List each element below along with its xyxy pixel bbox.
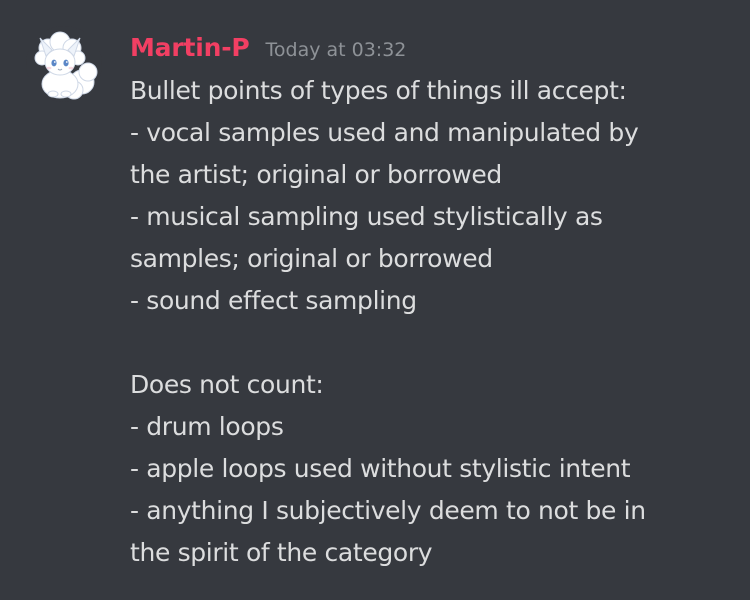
username[interactable]: Martin-P	[130, 28, 250, 68]
message-line: Bullet points of types of things ill acc…	[130, 76, 627, 105]
timestamp[interactable]: Today at 03:32	[266, 30, 407, 70]
message-line: - anything I subjectively deem to not be…	[130, 496, 646, 525]
white-vulpix-icon	[34, 31, 98, 100]
message-line: - vocal samples used and manipulated by	[130, 118, 639, 147]
message-line: samples; original or borrowed	[130, 244, 493, 273]
message-header: Martin-P Today at 03:32	[130, 28, 406, 68]
chat-message: Martin-P Today at 03:32 Bullet points of…	[0, 0, 750, 600]
message-line: - musical sampling used stylistically as	[130, 202, 603, 231]
message-line: - sound effect sampling	[130, 286, 417, 315]
message-line: Does not count:	[130, 370, 324, 399]
message-line: - drum loops	[130, 412, 284, 441]
message-line: - apple loops used without stylistic int…	[130, 454, 631, 483]
message-line: the artist; original or borrowed	[130, 160, 502, 189]
message-line: the spirit of the category	[130, 538, 433, 567]
message-content: Bullet points of types of things ill acc…	[130, 70, 735, 574]
avatar[interactable]	[26, 26, 102, 102]
